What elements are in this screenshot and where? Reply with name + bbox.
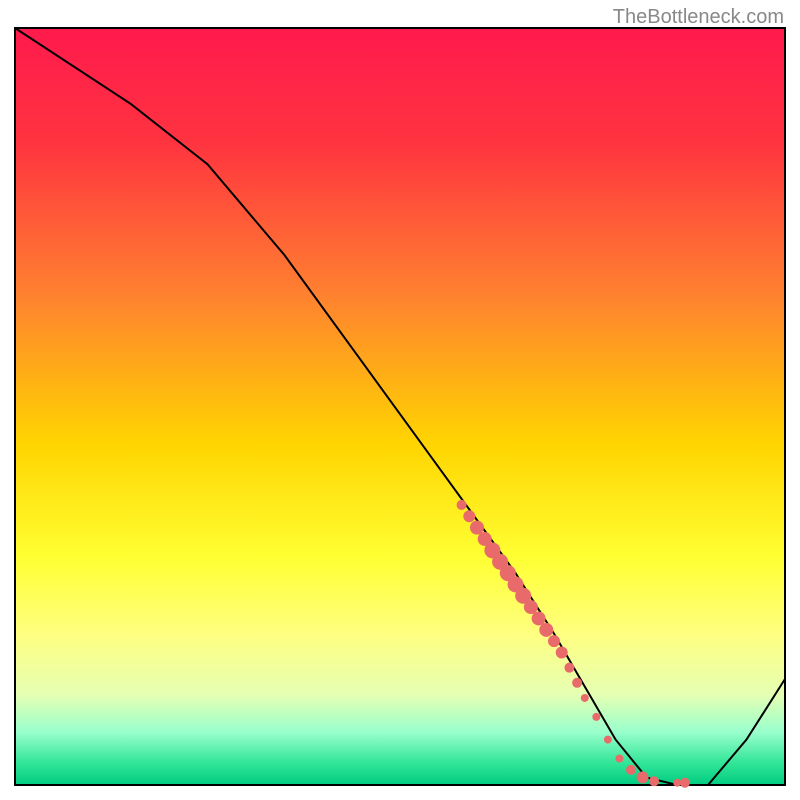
data-marker [649,776,659,786]
data-marker [463,510,475,522]
data-marker [556,647,568,659]
data-marker [470,521,484,535]
data-marker [626,765,636,775]
watermark-text: TheBottleneck.com [613,6,784,29]
data-marker [637,771,649,783]
chart-svg [0,0,800,800]
data-marker [592,713,600,721]
data-marker [539,623,553,637]
data-marker [581,694,589,702]
data-marker [524,600,538,614]
data-marker [604,736,612,744]
data-marker [532,611,546,625]
chart-container: TheBottleneck.com [0,0,800,800]
data-marker [548,635,560,647]
data-marker [457,500,467,510]
data-marker [680,778,690,788]
plot-background [15,28,785,785]
data-marker [564,663,574,673]
data-marker [615,755,623,763]
data-marker [572,678,582,688]
